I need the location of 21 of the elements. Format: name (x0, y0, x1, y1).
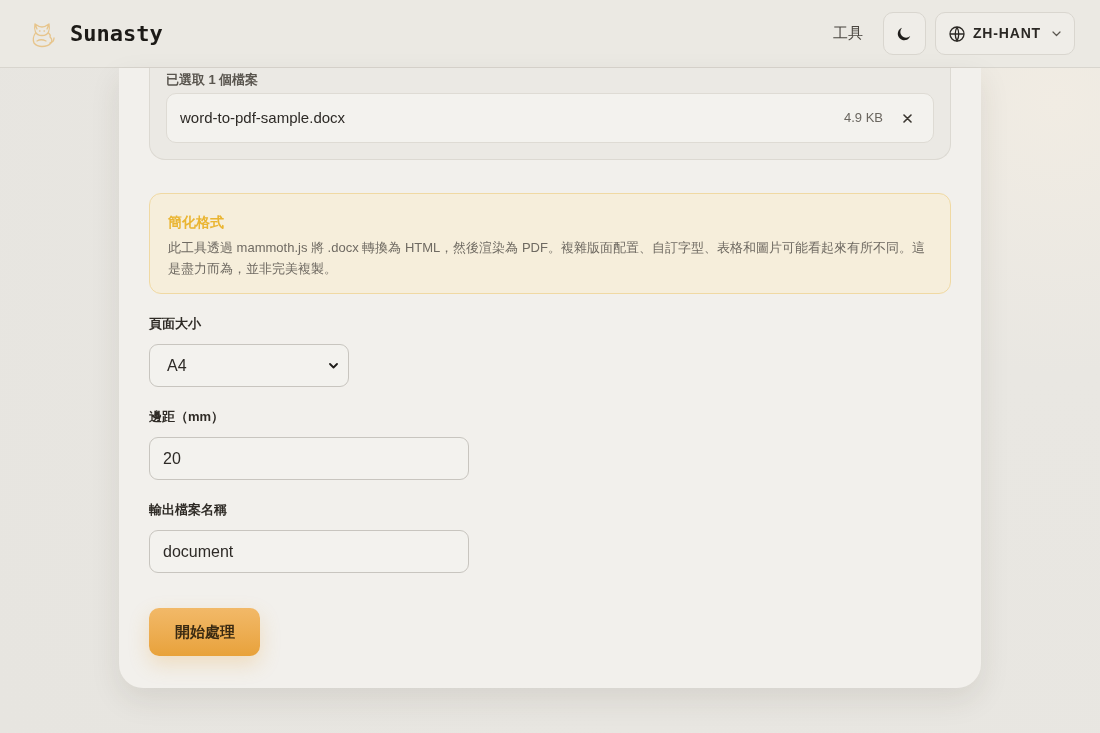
notice-title: 簡化格式 (168, 213, 225, 232)
tools-link[interactable]: 工具 (832, 22, 863, 45)
page-size-select[interactable]: A4 (149, 344, 349, 387)
close-icon (902, 113, 912, 123)
field-label: 輸出檔案名稱 (149, 502, 228, 518)
language-button[interactable]: ZH-HANT (934, 12, 1075, 55)
field-label: 邊距（mm） (149, 409, 226, 425)
chevron-down-icon (1052, 30, 1061, 37)
selected-files-label: 已選取 1 個檔案 (166, 72, 260, 88)
field-label: 頁面大小 (149, 316, 202, 332)
theme-toggle-button[interactable] (882, 12, 926, 55)
file-name: word-to-pdf-sample.docx (180, 107, 347, 128)
text-input-field[interactable]: 20 (149, 437, 469, 480)
file-size: 4.9 KB (843, 109, 883, 128)
moon-icon (897, 26, 912, 41)
text-input-field[interactable]: document (149, 530, 469, 573)
brand-name: Sunasty (70, 22, 163, 45)
notice-text: 此工具透過 mammoth.js 將 .docx 轉換為 HTML，然後渲染為 PDF。複雜版面配置、自訂字型、表格和圖片可能看起來有所不同。這是盡力而為，並非完美複製。 (168, 239, 926, 278)
start-processing-button[interactable]: 開始處理 (149, 608, 260, 656)
chevron-down-icon (329, 362, 338, 369)
globe-icon (948, 25, 965, 42)
